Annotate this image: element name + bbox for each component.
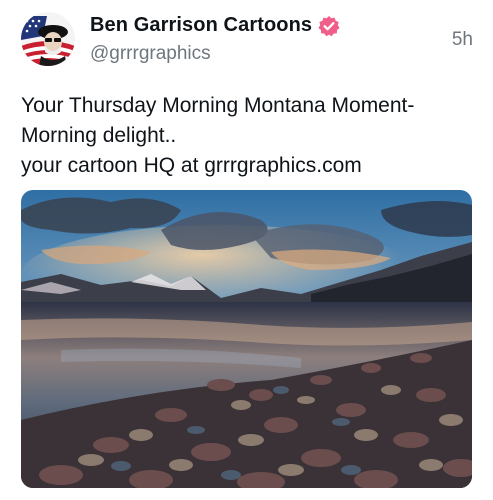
post-text-line: Your Thursday Morning Montana Moment- [21,94,415,117]
avatar-image [21,12,75,66]
post-text-line: your cartoon HQ at grrrgraphics.com [21,154,362,177]
lake-landscape-photo [21,190,472,488]
post-text: Your Thursday Morning Montana Moment- Mo… [21,91,471,181]
author-display-name[interactable]: Ben Garrison Cartoons [90,14,312,37]
verified-badge-icon [318,15,340,37]
author-handle[interactable]: @grrrgraphics [90,43,211,65]
avatar[interactable] [21,12,75,66]
post-timestamp[interactable]: 5h [452,29,473,51]
post-media-photo[interactable] [21,190,472,488]
author-name-row: Ben Garrison Cartoons [90,14,340,37]
post-text-line: Morning delight.. [21,124,177,147]
